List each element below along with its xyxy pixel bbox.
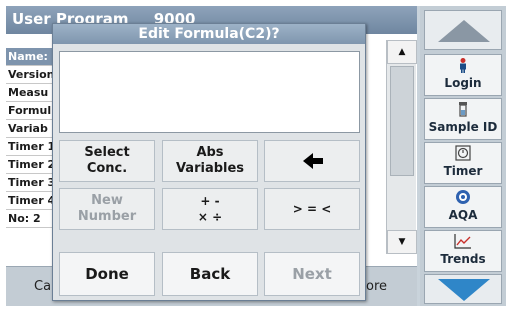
- login-label: Login: [444, 76, 482, 90]
- vial-icon: [425, 101, 501, 120]
- backspace-arrow-icon: [303, 153, 323, 169]
- sample-id-button[interactable]: Sample ID: [424, 98, 502, 140]
- new-number-label-2: Number: [77, 209, 137, 224]
- side-panel: Login Sample ID Timer AQA Trends: [420, 6, 506, 306]
- timer-icon: [425, 145, 501, 164]
- nav-up-button[interactable]: [424, 10, 502, 50]
- select-conc-label-2: Conc.: [86, 161, 128, 176]
- formula-input[interactable]: [59, 51, 360, 133]
- edit-formula-dialog: Edit Formula(C2)? Select Conc. Abs Varia…: [52, 23, 366, 301]
- nav-down-button[interactable]: [424, 274, 502, 304]
- abs-variables-button[interactable]: Abs Variables: [162, 140, 258, 182]
- new-number-label-1: New: [91, 193, 123, 208]
- aqa-label: AQA: [448, 208, 478, 222]
- dialog-title: Edit Formula(C2)?: [53, 24, 365, 44]
- new-number-button[interactable]: New Number: [59, 188, 155, 230]
- nav-down-icon: [438, 279, 490, 301]
- login-button[interactable]: Login: [424, 54, 502, 96]
- background-bottom-right: ore: [366, 279, 388, 294]
- compare-operators-button[interactable]: > = <: [264, 188, 360, 230]
- trends-button[interactable]: Trends: [424, 230, 502, 272]
- operators-button[interactable]: + - × ÷: [162, 188, 258, 230]
- done-button[interactable]: Done: [59, 252, 155, 296]
- trends-chart-icon: [425, 233, 501, 252]
- select-conc-label-1: Select: [84, 145, 130, 160]
- sample-id-label: Sample ID: [428, 120, 498, 134]
- backspace-button[interactable]: [264, 140, 360, 182]
- person-icon: [425, 57, 501, 76]
- next-button[interactable]: Next: [264, 252, 360, 296]
- trends-label: Trends: [440, 252, 486, 266]
- scroll-down-icon[interactable]: ▼: [387, 230, 417, 254]
- scroll-up-icon[interactable]: ▲: [387, 40, 417, 64]
- aqa-button[interactable]: AQA: [424, 186, 502, 228]
- abs-variables-label-2: Variables: [175, 161, 245, 176]
- timer-label: Timer: [443, 164, 483, 178]
- aqa-icon: [425, 189, 501, 208]
- timer-button[interactable]: Timer: [424, 142, 502, 184]
- abs-variables-label-1: Abs: [196, 145, 224, 160]
- nav-up-icon: [438, 20, 490, 42]
- background-bottom-left: Ca: [34, 279, 52, 294]
- list-scrollbar[interactable]: ▲ ▼: [386, 40, 417, 254]
- select-conc-button[interactable]: Select Conc.: [59, 140, 155, 182]
- operators-label-2: × ÷: [197, 210, 223, 224]
- operators-label-1: + -: [200, 194, 220, 208]
- scroll-thumb[interactable]: [390, 66, 414, 176]
- back-button[interactable]: Back: [162, 252, 258, 296]
- compare-operators-label: > = <: [292, 202, 332, 216]
